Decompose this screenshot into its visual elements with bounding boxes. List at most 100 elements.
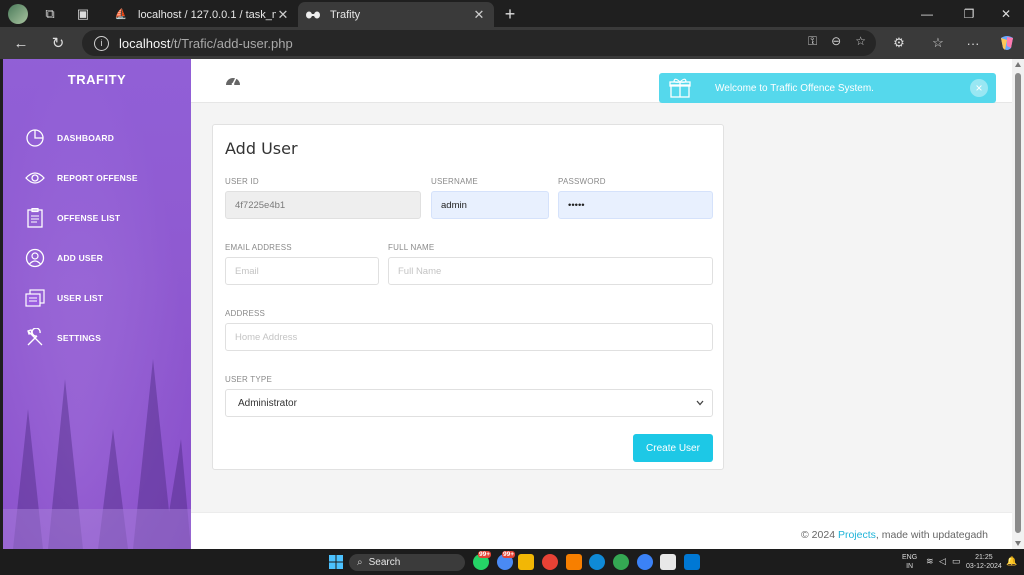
tab-phpmyadmin[interactable]: ⛵ localhost / 127.0.0.1 / task_manag ✕	[106, 2, 298, 27]
list-icon	[25, 288, 45, 308]
refresh-icon[interactable]: ↻	[47, 33, 69, 53]
sidebar-item-add-user[interactable]: ADD USER	[3, 243, 191, 273]
restore-icon[interactable]: ❐	[957, 4, 981, 24]
back-icon[interactable]: ←	[10, 33, 32, 53]
chrome-alt-icon[interactable]	[613, 554, 629, 570]
footer: © 2024 Projects, made with updategadh	[191, 512, 1012, 549]
sidebar-item-label: SETTINGS	[57, 333, 102, 343]
clipboard-icon	[25, 208, 45, 228]
welcome-alert: Welcome to Traffic Offence System. ×	[659, 73, 996, 103]
dashboard-gauge-icon[interactable]	[225, 73, 241, 87]
page-scrollbar[interactable]	[1012, 59, 1024, 549]
whatsapp-icon[interactable]: 99+	[473, 551, 492, 570]
edge-icon[interactable]	[589, 554, 605, 570]
fullname-label: FULL NAME	[388, 243, 435, 252]
username-field[interactable]: admin	[431, 191, 549, 219]
projects-link[interactable]: Projects	[838, 529, 876, 541]
close-alert-button[interactable]: ×	[970, 79, 988, 97]
new-tab-icon[interactable]: +	[500, 4, 520, 24]
brand-logo[interactable]: TRAFITY	[3, 72, 191, 87]
chrome-profile-icon[interactable]	[542, 554, 558, 570]
scroll-up-arrow-icon[interactable]	[1015, 62, 1021, 67]
scroll-down-arrow-icon[interactable]	[1015, 541, 1021, 546]
fullname-field[interactable]: Full Name	[388, 257, 713, 285]
battery-icon[interactable]: ▭	[952, 557, 961, 566]
tab-trafity[interactable]: Trafity ✕	[298, 2, 494, 27]
document-viewer-icon[interactable]	[660, 554, 676, 570]
address-field[interactable]: Home Address	[225, 323, 713, 351]
search-icon: ⌕	[357, 557, 363, 568]
wifi-icon[interactable]: ≋	[926, 557, 934, 566]
clock[interactable]: 21:25 03-12-2024	[966, 553, 1002, 571]
windows-start-icon[interactable]	[328, 554, 344, 570]
notification-badge: 99+	[502, 551, 516, 558]
footer-prefix: © 2024	[801, 529, 838, 541]
user-id-label: USER ID	[225, 177, 259, 186]
email-field[interactable]: Email	[225, 257, 379, 285]
user-type-label: USER TYPE	[225, 375, 272, 384]
scrollbar-thumb[interactable]	[1015, 73, 1021, 533]
minimize-icon[interactable]: —	[915, 4, 939, 24]
extensions-icon[interactable]: ⚙	[888, 33, 910, 53]
username-label: USERNAME	[431, 177, 478, 186]
pie-chart-icon	[25, 128, 45, 148]
sidebar: TRAFITY DASHBOARD REPORT OFFENSE OFFENSE…	[3, 59, 191, 549]
sidebar-item-label: REPORT OFFENSE	[57, 173, 138, 183]
password-field[interactable]: •••••	[558, 191, 713, 219]
app-icon[interactable]	[637, 554, 653, 570]
tab-title: Trafity	[330, 8, 361, 21]
email-label: EMAIL ADDRESS	[225, 243, 292, 252]
chrome-icon[interactable]: 99+	[497, 551, 516, 570]
close-tab-icon[interactable]: ✕	[276, 7, 290, 23]
profile-avatar[interactable]	[8, 4, 28, 24]
taskbar-search[interactable]: ⌕ Search	[349, 554, 465, 571]
tab-actions-icon[interactable]: ▣	[73, 4, 93, 24]
sidebar-item-report-offense[interactable]: REPORT OFFENSE	[3, 163, 191, 193]
favorites-icon[interactable]: ☆	[927, 33, 949, 53]
notification-badge: 99+	[478, 551, 492, 558]
url-host: localhost	[119, 35, 171, 51]
site-info-icon[interactable]: i	[94, 35, 109, 51]
more-menu-icon[interactable]: ···	[962, 33, 984, 53]
tab-title: localhost / 127.0.0.1 / task_manag	[138, 8, 276, 21]
vscode-icon[interactable]	[684, 554, 700, 570]
clock-date: 03-12-2024	[966, 563, 1002, 570]
workspaces-icon[interactable]: ⧉	[40, 4, 60, 24]
volume-icon[interactable]: ◁	[939, 557, 946, 566]
sidebar-item-label: ADD USER	[57, 253, 103, 263]
eye-icon	[25, 168, 45, 188]
password-label: PASSWORD	[558, 177, 606, 186]
trafity-favicon	[306, 9, 320, 21]
favorite-star-icon[interactable]: ☆	[855, 34, 866, 49]
close-window-icon[interactable]: ✕	[994, 4, 1018, 24]
sidebar-item-user-list[interactable]: USER LIST	[3, 283, 191, 313]
add-user-card: Add User USER ID 4f7225e4b1 USERNAME adm…	[212, 124, 724, 470]
create-user-button[interactable]: Create User	[633, 434, 713, 462]
clock-time: 21:25	[975, 554, 993, 561]
sidebar-item-label: DASHBOARD	[57, 133, 115, 143]
copilot-icon[interactable]	[996, 33, 1018, 53]
tools-icon	[25, 328, 45, 348]
sidebar-item-label: USER LIST	[57, 293, 104, 303]
zoom-icon[interactable]: ⊖	[831, 34, 841, 49]
url-field[interactable]: i localhost/t/Trafic/add-user.php ⚿ ⊖ ☆	[82, 30, 876, 56]
page-title: Add User	[225, 139, 298, 158]
search-label: Search	[368, 557, 401, 568]
browser-tab-bar: ⧉ ▣ ⛵ localhost / 127.0.0.1 / task_manag…	[0, 0, 1024, 27]
url-path: /t/Trafic/add-user.php	[170, 35, 293, 51]
lang-top: ENG	[902, 554, 918, 561]
sidebar-item-settings[interactable]: SETTINGS	[3, 323, 191, 353]
footer-suffix: , made with updategadh	[875, 529, 988, 541]
sidebar-item-dashboard[interactable]: DASHBOARD	[3, 123, 191, 153]
language-indicator[interactable]: ENG IN	[902, 553, 917, 571]
sidebar-item-offense-list[interactable]: OFFENSE LIST	[3, 203, 191, 233]
page-viewport: TRAFITY DASHBOARD REPORT OFFENSE OFFENSE…	[3, 59, 1012, 549]
file-explorer-icon[interactable]	[518, 554, 534, 570]
key-icon[interactable]: ⚿	[808, 34, 817, 49]
user-type-select[interactable]: Administrator	[225, 389, 713, 417]
close-tab-icon[interactable]: ✕	[472, 7, 486, 23]
notification-bell-icon[interactable]: 🔔	[1006, 557, 1017, 566]
xampp-icon[interactable]	[566, 554, 582, 570]
lang-bottom: IN	[906, 563, 914, 570]
footer-text: © 2024 Projects, made with updategadh	[801, 529, 988, 541]
